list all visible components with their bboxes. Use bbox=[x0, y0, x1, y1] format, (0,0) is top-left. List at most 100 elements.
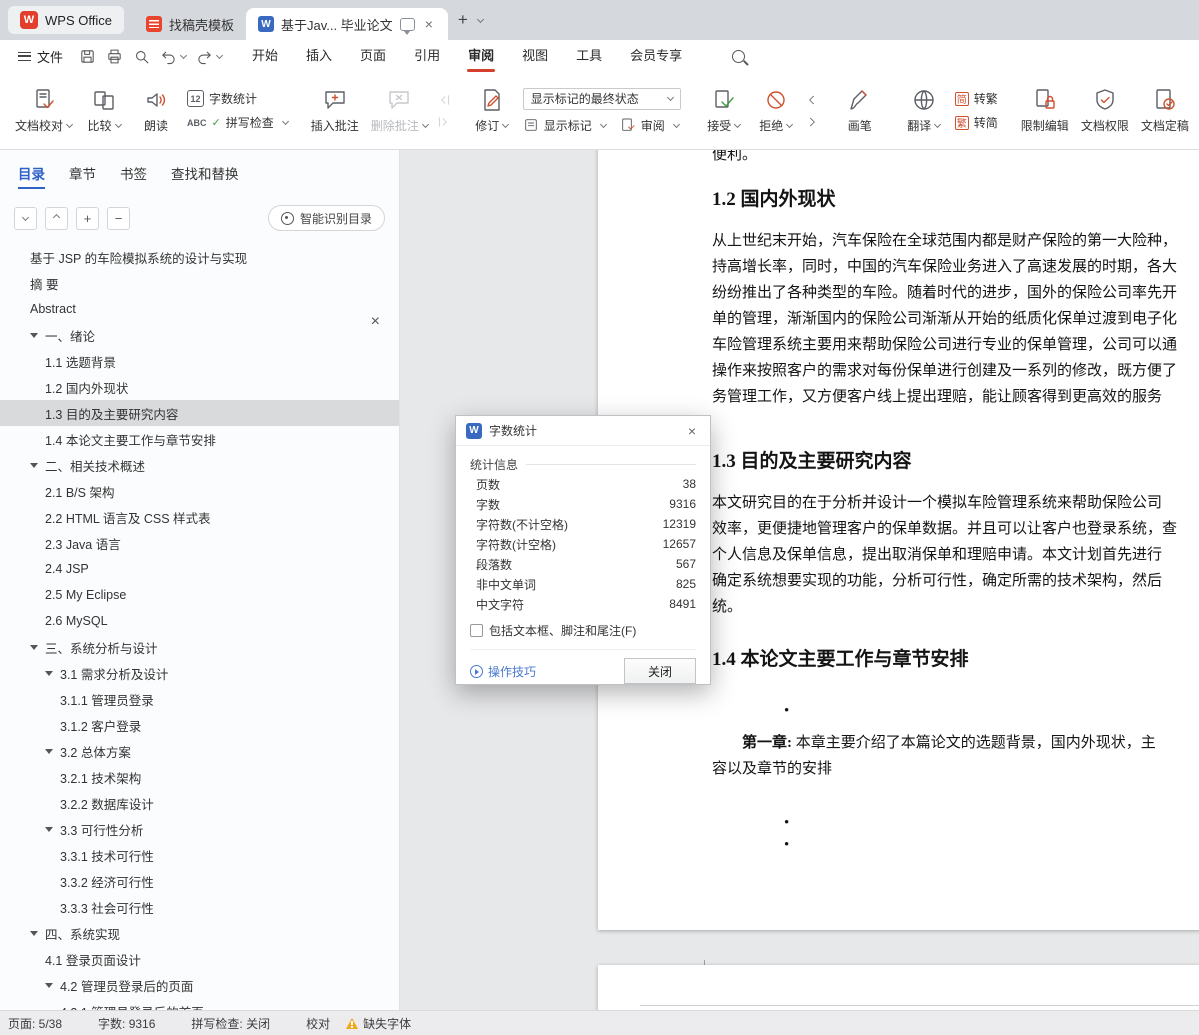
reject-change-button[interactable]: 拒绝 bbox=[751, 79, 801, 143]
comment-bubble-icon[interactable] bbox=[400, 18, 415, 31]
toc-item[interactable]: 3.1.1 管理员登录 bbox=[0, 686, 399, 712]
spell-check-button[interactable]: ABC ✓ 拼写检查 bbox=[187, 114, 288, 131]
preview-button[interactable] bbox=[133, 48, 150, 65]
tab-thesis-document[interactable]: W 基于Jav... 毕业论文 × bbox=[246, 8, 448, 40]
ribbon-tab[interactable]: 视图 bbox=[508, 40, 562, 72]
tab-docer-template[interactable]: 找稿壳模板 bbox=[134, 8, 246, 40]
print-button[interactable] bbox=[106, 48, 123, 65]
toc-item[interactable]: 三、系统分析与设计 bbox=[0, 634, 399, 660]
toc-item[interactable]: 1.1 选题背景 bbox=[0, 348, 399, 374]
new-tab-button[interactable]: + bbox=[458, 10, 483, 30]
toc-item[interactable]: 1.2 国内外现状 bbox=[0, 374, 399, 400]
expand-arrow-icon[interactable] bbox=[30, 333, 38, 338]
expand-arrow-icon[interactable] bbox=[30, 931, 38, 936]
page-indicator[interactable]: 页面: 5/38 bbox=[8, 1015, 62, 1032]
track-changes-button[interactable]: 修订 bbox=[467, 79, 517, 143]
toc-item[interactable]: 3.3.1 技术可行性 bbox=[0, 842, 399, 868]
doc-finalize-button[interactable]: 文档定稿 bbox=[1136, 79, 1194, 143]
wps-home-button[interactable]: W WPS Office bbox=[8, 6, 124, 34]
toc-item[interactable]: 四、系统实现 bbox=[0, 920, 399, 946]
smart-toc-button[interactable]: 智能识别目录 bbox=[268, 205, 385, 231]
translate-button[interactable]: 翻译 bbox=[899, 79, 949, 143]
dialog-titlebar[interactable]: W 字数统计 × bbox=[456, 416, 710, 446]
toc-item[interactable]: 3.2.1 技术架构 bbox=[0, 764, 399, 790]
file-menu-button[interactable]: 文件 bbox=[12, 47, 69, 66]
doc-permission-button[interactable]: 文档权限 bbox=[1076, 79, 1134, 143]
toc-item[interactable]: 一、绪论 bbox=[0, 322, 399, 348]
toc-item[interactable]: 2.1 B/S 架构 bbox=[0, 478, 399, 504]
show-markup-button[interactable]: 显示标记 bbox=[523, 117, 606, 134]
proofread-indicator[interactable]: 校对 bbox=[306, 1015, 330, 1032]
toc-item[interactable]: 3.3 可行性分析 bbox=[0, 816, 399, 842]
toc-item[interactable]: 3.1.2 客户登录 bbox=[0, 712, 399, 738]
toc-item[interactable]: 4.1 登录页面设计 bbox=[0, 946, 399, 972]
close-sidebar-icon[interactable]: × bbox=[368, 312, 383, 332]
compare-button[interactable]: 比较 bbox=[79, 79, 129, 143]
accept-change-button[interactable]: 接受 bbox=[699, 79, 749, 143]
missing-font-warning[interactable]: 缺失字体 bbox=[346, 1015, 411, 1032]
toc-item[interactable]: 4.2 管理员登录后的页面 bbox=[0, 972, 399, 998]
ribbon-tab[interactable]: 开始 bbox=[238, 40, 292, 72]
next-change-icon[interactable] bbox=[805, 115, 819, 129]
read-aloud-button[interactable]: 朗读 bbox=[131, 79, 181, 143]
chevron-down-icon[interactable] bbox=[180, 51, 187, 58]
close-tab-icon[interactable]: × bbox=[422, 15, 436, 33]
search-icon[interactable] bbox=[732, 50, 745, 63]
word-count-indicator[interactable]: 字数: 9316 bbox=[98, 1015, 155, 1032]
zoom-out-button[interactable]: − bbox=[107, 207, 130, 230]
toc-item[interactable]: 2.6 MySQL bbox=[0, 608, 399, 634]
review-menu-button[interactable]: 审阅 bbox=[620, 117, 679, 134]
toc-item[interactable]: 2.3 Java 语言 bbox=[0, 530, 399, 556]
markup-state-select[interactable]: 显示标记的最终状态 bbox=[523, 88, 681, 110]
word-count-button[interactable]: 12 字数统计 bbox=[187, 90, 288, 107]
close-dialog-icon[interactable]: × bbox=[684, 421, 700, 441]
ribbon-tab[interactable]: 页面 bbox=[346, 40, 400, 72]
toc-item[interactable]: 基于 JSP 的车险模拟系统的设计与实现 bbox=[0, 244, 399, 270]
toc-item[interactable]: 2.4 JSP bbox=[0, 556, 399, 582]
sidebar-tab[interactable]: 查找和替换 bbox=[171, 159, 239, 187]
document-page-6[interactable] bbox=[598, 965, 1199, 1010]
close-button[interactable]: 关闭 bbox=[624, 658, 696, 684]
tips-link[interactable]: 操作技巧 bbox=[470, 663, 536, 680]
redo-button[interactable] bbox=[196, 48, 222, 65]
toc-item[interactable]: 3.1 需求分析及设计 bbox=[0, 660, 399, 686]
expand-arrow-icon[interactable] bbox=[45, 671, 53, 676]
sidebar-tab[interactable]: 书签 bbox=[120, 159, 147, 187]
toc-item[interactable]: Abstract bbox=[0, 296, 399, 322]
expand-arrow-icon[interactable] bbox=[30, 645, 38, 650]
toc-item[interactable]: 1.3 目的及主要研究内容 bbox=[0, 400, 399, 426]
undo-button[interactable] bbox=[160, 48, 186, 65]
ribbon-tab[interactable]: 会员专享 bbox=[616, 40, 696, 72]
ribbon-tab[interactable]: 工具 bbox=[562, 40, 616, 72]
ribbon-tab[interactable]: 引用 bbox=[400, 40, 454, 72]
toc-item[interactable]: 2.5 My Eclipse bbox=[0, 582, 399, 608]
checkbox-unchecked[interactable] bbox=[470, 624, 483, 637]
toc-item[interactable]: 摘 要 bbox=[0, 270, 399, 296]
spellcheck-indicator[interactable]: 拼写检查: 关闭 bbox=[191, 1015, 270, 1032]
zoom-in-button[interactable]: + bbox=[76, 207, 99, 230]
expand-arrow-icon[interactable] bbox=[45, 749, 53, 754]
toc-item[interactable]: 3.3.2 经济可行性 bbox=[0, 868, 399, 894]
ink-pen-button[interactable]: 画笔 bbox=[835, 79, 885, 143]
simplified-to-traditional-button[interactable]: 简 转繁 bbox=[955, 90, 998, 107]
restrict-editing-button[interactable]: 限制编辑 bbox=[1016, 79, 1074, 143]
ribbon-tab[interactable]: 插入 bbox=[292, 40, 346, 72]
previous-change-icon[interactable] bbox=[805, 93, 819, 107]
include-textbox-option[interactable]: 包括文本框、脚注和尾注(F) bbox=[470, 622, 696, 639]
toc-item[interactable]: 1.4 本论文主要工作与章节安排 bbox=[0, 426, 399, 452]
toc-item[interactable]: 4.2.1 管理员登录后的首页 bbox=[0, 998, 399, 1010]
expand-arrow-icon[interactable] bbox=[30, 463, 38, 468]
expand-all-button[interactable] bbox=[14, 207, 37, 230]
sidebar-tab[interactable]: 目录 bbox=[18, 159, 45, 187]
insert-comment-button[interactable]: 插入批注 bbox=[306, 79, 364, 143]
sidebar-tab[interactable]: 章节 bbox=[69, 159, 96, 187]
expand-arrow-icon[interactable] bbox=[45, 983, 53, 988]
ribbon-tab[interactable]: 审阅 bbox=[454, 40, 508, 72]
toc-item[interactable]: 3.3.3 社会可行性 bbox=[0, 894, 399, 920]
toc-item[interactable]: 二、相关技术概述 bbox=[0, 452, 399, 478]
chevron-down-icon[interactable] bbox=[477, 15, 484, 22]
toc-item[interactable]: 3.2.2 数据库设计 bbox=[0, 790, 399, 816]
save-button[interactable] bbox=[79, 48, 96, 65]
traditional-to-simplified-button[interactable]: 繁 转简 bbox=[955, 114, 998, 131]
expand-arrow-icon[interactable] bbox=[45, 827, 53, 832]
